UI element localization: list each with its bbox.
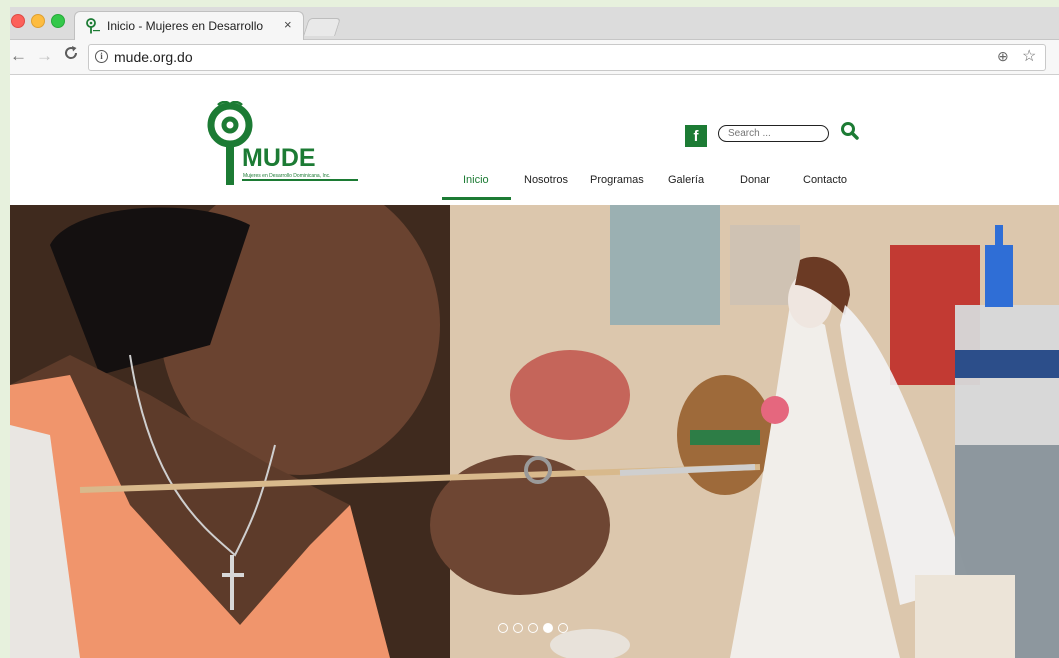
slider-dot[interactable]: [558, 623, 568, 633]
browser-window: Inicio - Mujeres en Desarrollo × ← → i m…: [10, 7, 1059, 658]
close-window-button[interactable]: [11, 14, 25, 28]
slider-dot[interactable]: [513, 623, 523, 633]
search-input[interactable]: [718, 125, 829, 142]
menu-item-inicio[interactable]: Inicio: [463, 174, 489, 186]
slider-dot[interactable]: [498, 623, 508, 633]
logo-wordmark: MUDE: [242, 144, 316, 172]
new-tab-button[interactable]: [303, 18, 341, 36]
browser-toolbar: ← → i mude.org.do ⊕ ☆: [10, 40, 1059, 75]
slider-dot[interactable]: [528, 623, 538, 633]
zoom-icon[interactable]: ⊕: [997, 48, 1009, 65]
browser-tab[interactable]: Inicio - Mujeres en Desarrollo ×: [74, 11, 304, 40]
bookmark-star-icon[interactable]: ☆: [1022, 46, 1036, 66]
menu-item-contacto[interactable]: Contacto: [803, 174, 847, 186]
mude-favicon-icon: [86, 18, 100, 34]
hero-photo: [10, 205, 1059, 658]
logo-tagline: Mujeres en Desarrollo Dominicana, Inc.: [243, 173, 331, 179]
forward-icon[interactable]: →: [36, 46, 53, 66]
reload-icon[interactable]: [63, 45, 79, 66]
url-text[interactable]: mude.org.do: [114, 49, 193, 65]
maximize-window-button[interactable]: [51, 14, 65, 28]
menu-item-galeria[interactable]: Galería: [668, 174, 704, 186]
facebook-icon[interactable]: f: [685, 125, 707, 147]
tab-title: Inicio - Mujeres en Desarrollo: [107, 19, 264, 33]
slider-dot-active[interactable]: [543, 623, 553, 633]
menu-item-donar[interactable]: Donar: [740, 174, 770, 186]
reload-arrow-icon: [65, 46, 78, 59]
address-bar[interactable]: i mude.org.do ⊕ ☆: [88, 44, 1046, 71]
website: MUDE Mujeres en Desarrollo Dominicana, I…: [10, 75, 1059, 658]
tab-close-icon[interactable]: ×: [284, 17, 292, 32]
search-icon[interactable]: [840, 121, 860, 141]
menu-item-programas[interactable]: Programas: [590, 174, 644, 186]
back-icon[interactable]: ←: [10, 46, 27, 66]
hero-slider[interactable]: [10, 205, 1059, 658]
tab-bar: Inicio - Mujeres en Desarrollo ×: [10, 7, 1059, 40]
active-menu-indicator: [442, 197, 511, 200]
menu-item-nosotros[interactable]: Nosotros: [524, 174, 568, 186]
site-info-icon[interactable]: i: [95, 50, 108, 63]
minimize-window-button[interactable]: [31, 14, 45, 28]
